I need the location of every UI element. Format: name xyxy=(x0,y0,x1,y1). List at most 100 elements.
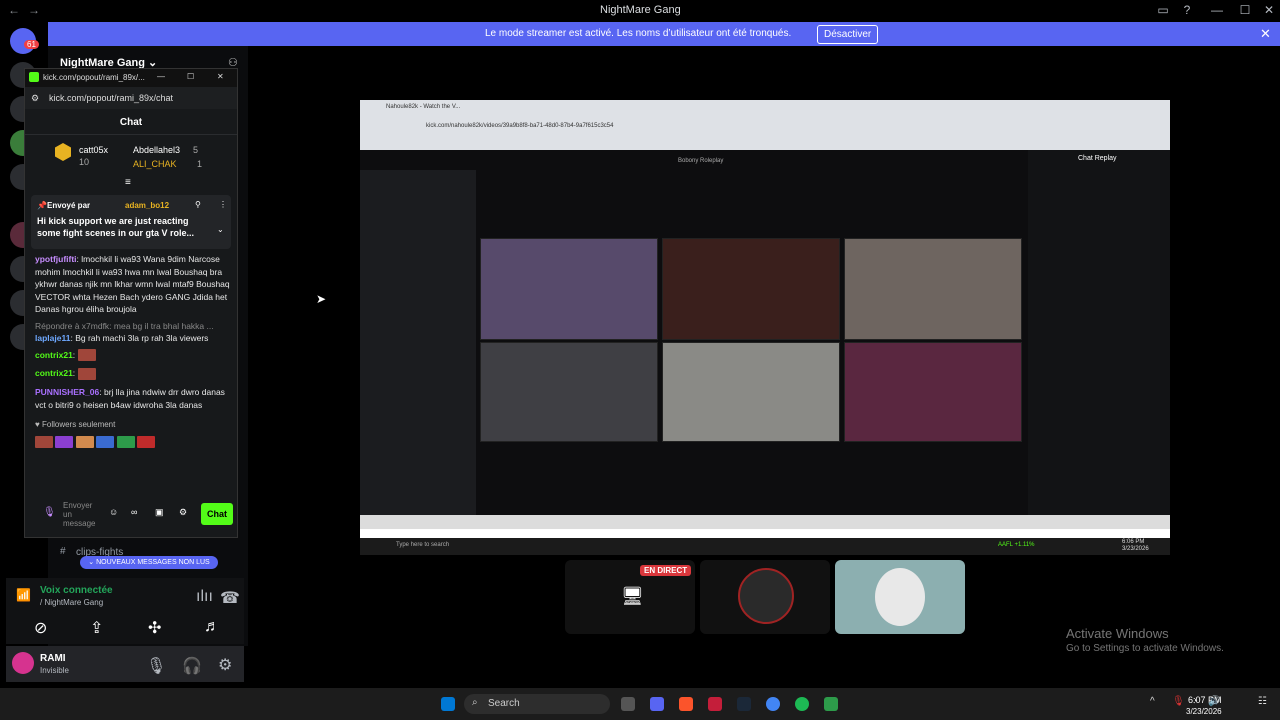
forward-arrow-icon[interactable]: → xyxy=(28,3,40,17)
more-options-icon[interactable]: ⋮ xyxy=(219,200,227,209)
search-icon: ⌕ xyxy=(472,697,478,708)
volume-icon[interactable]: 🔊 xyxy=(1208,696,1220,707)
soundboard-icon[interactable]: ♬ xyxy=(204,618,220,636)
inbox-icon[interactable]: ▭ xyxy=(1154,3,1172,17)
avatar xyxy=(738,568,794,624)
notification-icon[interactable]: ☷ xyxy=(1258,696,1267,707)
microphone-icon[interactable]: 🎙 xyxy=(43,507,56,518)
discord-icon[interactable] xyxy=(650,697,664,711)
collapse-icon[interactable]: ≡ xyxy=(125,177,131,188)
camera-off-icon[interactable]: ⊘ xyxy=(34,618,47,638)
app-icon[interactable] xyxy=(824,697,838,711)
voice-tile[interactable] xyxy=(700,560,830,634)
avatar xyxy=(875,568,925,626)
minimize-button[interactable]: — xyxy=(157,72,165,81)
chat-send-button[interactable]: Chat xyxy=(201,503,233,525)
chat-username[interactable]: ypotfjufifti xyxy=(35,254,77,264)
shop-icon[interactable]: ▣ xyxy=(155,507,164,518)
gold-badge-icon xyxy=(55,143,71,161)
maximize-button[interactable]: ☐ xyxy=(187,72,194,81)
mentions-icon[interactable]: ∞ xyxy=(131,507,137,517)
close-icon[interactable]: ✕ xyxy=(1260,26,1271,42)
start-icon[interactable] xyxy=(441,697,455,711)
user-status: Invisible xyxy=(40,666,69,675)
webcam-tile xyxy=(480,238,658,340)
voice-status[interactable]: Voix connectée xyxy=(40,585,113,596)
disable-streamer-button[interactable]: Désactiver xyxy=(817,25,879,44)
chat-replay-title: Chat Replay xyxy=(1078,155,1117,162)
chat-username[interactable]: laplaje11 xyxy=(35,333,70,343)
chat-header: Chat xyxy=(25,109,237,135)
chat-username[interactable]: contrix21 xyxy=(35,350,73,360)
chat-message: laplaje11: Bg rah machi 3la rp rah 3la v… xyxy=(35,333,209,343)
channel-hash-icon: # xyxy=(60,546,66,557)
chat-input[interactable]: Envoyer un message xyxy=(63,501,103,528)
activate-windows-title: Activate Windows xyxy=(1066,626,1169,641)
username[interactable]: RAMI xyxy=(40,653,66,664)
spotify-icon[interactable] xyxy=(795,697,809,711)
chat-message: contrix21: xyxy=(35,349,231,362)
taskbar-search[interactable]: ⌕ Search xyxy=(464,694,610,714)
user-panel: RAMI Invisible 🎙 🎧 ⚙ xyxy=(6,646,244,682)
chat-message: PUNNISHER_06: brj lla jina ndwiw drr dwr… xyxy=(35,387,225,410)
emote[interactable] xyxy=(55,436,74,449)
settings-icon[interactable]: ⚙ xyxy=(179,507,187,518)
voice-activity-icon[interactable]: ılıı xyxy=(196,588,213,606)
close-button[interactable]: ✕ xyxy=(217,72,224,81)
kick-chat-popout: kick.com/popout/rami_89x/... — ☐ ✕ ⚙ kic… xyxy=(24,68,238,538)
tray-chevron-icon[interactable]: ^ xyxy=(1150,696,1155,707)
voice-tile[interactable] xyxy=(835,560,965,634)
minimize-button[interactable]: — xyxy=(1208,3,1226,17)
popout-urlbar[interactable]: ⚙ kick.com/popout/rami_89x/chat xyxy=(25,87,237,109)
taskbar-date[interactable]: 3/23/2026 xyxy=(1186,707,1222,716)
reply-reference[interactable]: Répondre à x7mdfk: mea bg il tra bhal ha… xyxy=(35,320,231,333)
signal-icon[interactable]: 📶 xyxy=(16,588,31,602)
popout-titlebar: kick.com/popout/rami_89x/... — ☐ ✕ xyxy=(25,69,237,87)
voice-location[interactable]: / NightMare Gang xyxy=(40,598,103,607)
help-icon[interactable]: ? xyxy=(1178,3,1196,17)
screen-share-icon[interactable]: ⇪ xyxy=(90,618,103,638)
wifi-icon[interactable]: ◔ xyxy=(1192,696,1198,707)
maximize-button[interactable]: ☐ xyxy=(1236,3,1254,17)
disconnect-icon[interactable]: ☎ xyxy=(220,588,240,608)
task-view-icon[interactable] xyxy=(621,697,635,711)
pinned-label: Envoyé par xyxy=(47,201,91,210)
unread-messages-bar[interactable]: ⌄ NOUVEAUX MESSAGES NON LUS xyxy=(80,556,218,569)
voice-tile[interactable]: EN DIRECT 🖥 xyxy=(565,560,695,634)
stream-sidebar xyxy=(360,170,476,515)
chrome-icon[interactable] xyxy=(766,697,780,711)
leaderboard-name[interactable]: catt05x xyxy=(79,145,108,155)
pinned-message[interactable]: 📌 Envoyé par adam_bo12 ⚲ ⋮ Hi kick suppo… xyxy=(31,195,231,249)
window-title: NightMare Gang xyxy=(600,4,681,16)
activities-icon[interactable]: ✣ xyxy=(148,618,161,638)
emote[interactable] xyxy=(35,436,53,449)
user-settings-icon[interactable]: ⚙ xyxy=(218,655,232,675)
pin-icon[interactable]: ⚲ xyxy=(195,200,201,209)
leaderboard-name[interactable]: Abdellahel3 xyxy=(133,145,180,155)
chat-username[interactable]: contrix21 xyxy=(35,368,73,378)
chat-replay-panel: Chat Replay xyxy=(1028,150,1170,515)
emote[interactable] xyxy=(136,436,155,449)
brave-icon[interactable] xyxy=(679,697,693,711)
close-button[interactable]: ✕ xyxy=(1260,3,1278,17)
pinned-user[interactable]: adam_bo12 xyxy=(125,201,169,210)
windows-taskbar: 6:07 PM 3/23/2026 ^ 🎙 ◔ 🔊 ☷ xyxy=(0,688,1280,720)
chevron-down-icon[interactable]: ⌄ xyxy=(217,225,224,234)
emote[interactable] xyxy=(75,436,94,449)
emote[interactable] xyxy=(96,436,115,449)
emote[interactable] xyxy=(116,436,135,449)
deafen-icon[interactable]: 🎧 xyxy=(182,656,202,676)
chat-username[interactable]: PUNNISHER_06 xyxy=(35,387,99,397)
back-arrow-icon[interactable]: ← xyxy=(8,3,20,17)
emoji-icon[interactable]: ☺ xyxy=(109,507,118,517)
kick-logo-icon xyxy=(29,72,39,82)
chevron-down-icon: ⌄ xyxy=(88,559,95,566)
steam-icon[interactable] xyxy=(737,697,751,711)
site-info-icon[interactable]: ⚙ xyxy=(31,93,39,104)
mute-icon[interactable]: 🎙 xyxy=(146,656,166,676)
leaderboard-name[interactable]: ALI_CHAK xyxy=(133,159,177,169)
avatar[interactable] xyxy=(12,652,34,674)
app-icon[interactable] xyxy=(708,697,722,711)
webcam-tile xyxy=(662,342,840,442)
microphone-icon[interactable]: 🎙 xyxy=(1172,696,1185,707)
